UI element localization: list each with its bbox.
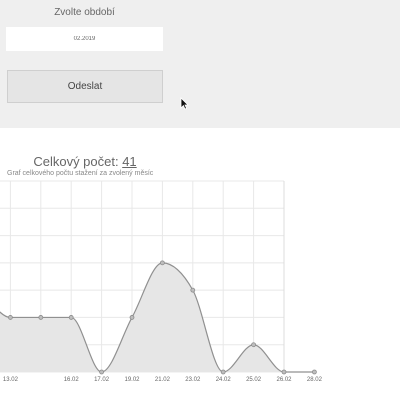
chart-data-point: [68, 315, 74, 320]
chart-data-point: [129, 315, 135, 320]
period-input[interactable]: [6, 27, 163, 51]
chart-data-point: [281, 369, 287, 375]
period-form-panel: Zvolte období Odeslat: [0, 0, 400, 128]
chart-title-label: Celkový počet:: [33, 154, 123, 169]
x-tick-label: 24.02: [216, 377, 232, 383]
mouse-cursor-icon: [180, 97, 189, 110]
x-tick-label: 19.02: [124, 377, 140, 383]
chart-data-point: [159, 260, 165, 266]
chart-total-value: 41: [122, 154, 137, 169]
x-tick-label: 17.02: [94, 377, 110, 383]
chart-data-point: [190, 287, 196, 293]
x-tick-label: 21.02: [155, 377, 171, 383]
x-tick-label: 13.02: [3, 377, 19, 383]
x-tick-label: 23.02: [185, 377, 201, 383]
submit-button[interactable]: Odeslat: [7, 70, 163, 103]
chart-data-point: [38, 315, 44, 320]
chart-title: Celkový počet: 41: [0, 154, 170, 169]
chart-data-point: [99, 369, 104, 375]
chart-x-ticks: 13.02 16.02 17.02 19.02 21.02 23.02 24.02 25.02…: [3, 377, 323, 383]
downloads-chart: 13.02 16.02 17.02 19.02 21.02 23.02 24.02 25.02…: [0, 180, 323, 383]
chart-data-point: [311, 369, 317, 375]
chart-data-point: [7, 315, 13, 320]
x-tick-label: 25.02: [246, 377, 262, 383]
chart-data-point: [251, 342, 257, 348]
x-tick-label: 16.02: [64, 377, 80, 383]
x-tick-label: 26.02: [276, 377, 292, 383]
period-label: Zvolte období: [54, 7, 115, 18]
chart-data-point: [220, 369, 226, 375]
x-tick-label: 28.02: [307, 377, 323, 383]
